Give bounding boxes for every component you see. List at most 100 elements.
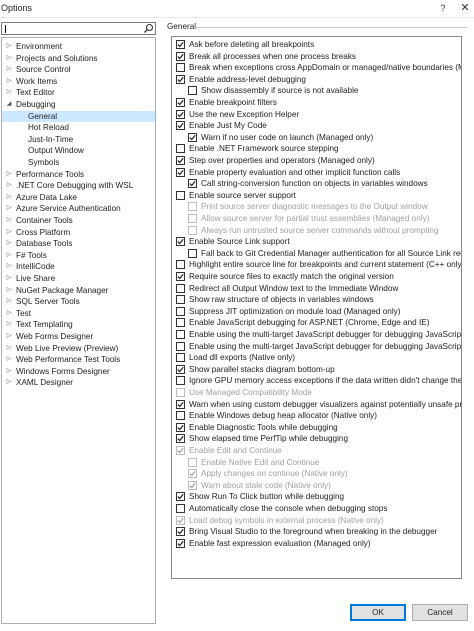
checkmark-icon [177,529,184,535]
search-input[interactable] [1,22,156,35]
collapsed-arrow-icon[interactable]: ▷ [5,169,13,181]
checkbox-checked[interactable] [176,98,185,107]
category-tree[interactable]: ▷ Environment ▷ Projects and Solutions ▷ Sour… [1,37,156,624]
tree-item[interactable]: Just-In-Time [2,134,155,146]
tree-item[interactable]: ▷ Azure Service Authentication [2,203,155,215]
checkbox-unchecked[interactable] [176,376,185,386]
checkbox-unchecked[interactable] [176,330,185,339]
tree-item[interactable]: ▷ Text Templating [2,319,155,331]
tree-item[interactable]: ◢ Debugging [2,99,155,111]
checkbox-checked[interactable] [176,364,185,374]
checkbox-unchecked[interactable] [176,504,185,513]
checkbox-unchecked[interactable] [176,260,185,270]
tree-item[interactable]: ▷ XAML Designer [2,377,155,389]
options-list[interactable]: Ask before deleting all breakpoints Break… [171,36,462,579]
checkbox-checked[interactable] [176,74,185,84]
tree-item[interactable]: ▷ Web Live Preview (Preview) [2,343,155,355]
checkbox-checked[interactable] [176,121,185,131]
checkbox-checked[interactable] [188,132,197,142]
checkbox-checked[interactable] [176,422,185,432]
collapsed-arrow-icon[interactable]: ▷ [5,53,13,65]
tree-item[interactable]: ▷ Work Items [2,76,155,88]
collapsed-arrow-icon[interactable]: ▷ [5,343,13,355]
collapsed-arrow-icon[interactable]: ▷ [5,273,13,285]
checkbox-unchecked[interactable] [188,86,197,96]
checkbox-unchecked[interactable] [176,353,185,363]
checkbox-checked[interactable] [176,272,185,281]
tree-item[interactable]: General [2,110,155,123]
tree-item[interactable]: ▷ Environment [2,41,155,53]
collapsed-arrow-icon[interactable]: ▷ [5,377,13,389]
close-button[interactable]: ✕ [456,0,474,17]
tree-item[interactable]: ▷ Web Performance Test Tools [2,354,155,366]
checkbox-checked[interactable] [176,399,185,409]
checkbox-checked[interactable] [176,167,185,177]
collapsed-arrow-icon[interactable]: ▷ [5,354,13,366]
tree-item[interactable]: ▷ Windows Forms Designer [2,366,155,378]
tree-item[interactable]: ▷ Test [2,308,155,320]
collapsed-arrow-icon[interactable]: ▷ [5,76,13,88]
tree-item[interactable]: Symbols [2,157,155,169]
tree-item[interactable]: ▷ F# Tools [2,250,155,262]
checkbox-checked[interactable] [176,538,185,548]
checkbox-unchecked[interactable] [176,411,185,421]
collapsed-arrow-icon[interactable]: ▷ [5,331,13,343]
checkbox-unchecked[interactable] [176,295,185,305]
checkbox-unchecked[interactable] [176,144,185,154]
collapsed-arrow-icon[interactable]: ▷ [5,87,13,99]
checkbox-checked[interactable] [176,40,185,49]
tree-item[interactable]: ▷ Azure Data Lake [2,192,155,204]
tree-item[interactable]: ▷ .NET Core Debugging with WSL [2,180,155,192]
tree-item[interactable]: ▷ Text Editor [2,87,155,99]
ok-button[interactable]: OK [350,604,406,621]
collapsed-arrow-icon[interactable]: ▷ [5,227,13,239]
collapsed-arrow-icon[interactable]: ▷ [5,308,13,320]
collapsed-arrow-icon[interactable]: ▷ [5,261,13,273]
checkbox-checked[interactable] [176,527,185,537]
checkbox-unchecked[interactable] [176,63,185,73]
checkbox-checked[interactable] [176,156,185,165]
checkbox-checked[interactable] [176,492,185,502]
collapsed-arrow-icon[interactable]: ▷ [5,64,13,76]
tree-item[interactable]: Output Window [2,145,155,157]
expanded-arrow-icon[interactable]: ◢ [5,99,13,111]
collapsed-arrow-icon[interactable]: ▷ [5,250,13,262]
checkbox-unchecked[interactable] [188,248,197,258]
option-label: Use Managed Compatibility Mode [189,388,312,397]
tree-item[interactable]: ▷ Performance Tools [2,169,155,181]
tree-item[interactable]: ▷ NuGet Package Manager [2,285,155,297]
search-icon[interactable] [143,23,154,34]
collapsed-arrow-icon[interactable]: ▷ [5,215,13,227]
collapsed-arrow-icon[interactable]: ▷ [5,296,13,308]
checkbox-checked[interactable] [176,237,185,247]
tree-item[interactable]: ▷ IntelliCode [2,261,155,273]
collapsed-arrow-icon[interactable]: ▷ [5,319,13,331]
checkbox-checked[interactable] [176,51,185,61]
checkbox-unchecked[interactable] [176,190,185,200]
checkbox-checked[interactable] [188,179,197,189]
tree-item[interactable]: ▷ Source Control [2,64,155,76]
tree-item[interactable]: ▷ Cross Platform [2,227,155,239]
checkbox-unchecked[interactable] [176,283,185,293]
tree-item[interactable]: ▷ Database Tools [2,238,155,250]
checkbox-checked[interactable] [176,109,185,119]
collapsed-arrow-icon[interactable]: ▷ [5,238,13,250]
tree-item[interactable]: ▷ Container Tools [2,215,155,227]
checkbox-unchecked[interactable] [176,341,185,351]
collapsed-arrow-icon[interactable]: ▷ [5,203,13,215]
checkbox-unchecked[interactable] [176,318,185,328]
collapsed-arrow-icon[interactable]: ▷ [5,41,13,53]
tree-item[interactable]: ▷ Live Share [2,273,155,285]
checkbox-unchecked[interactable] [176,306,185,316]
help-button[interactable]: ? [434,0,452,17]
tree-item[interactable]: Hot Reload [2,122,155,134]
collapsed-arrow-icon[interactable]: ▷ [5,285,13,297]
collapsed-arrow-icon[interactable]: ▷ [5,366,13,378]
collapsed-arrow-icon[interactable]: ▷ [5,180,13,192]
tree-item[interactable]: ▷ Projects and Solutions [2,53,155,65]
tree-item[interactable]: ▷ Web Forms Designer [2,331,155,343]
tree-item[interactable]: ▷ SQL Server Tools [2,296,155,308]
checkbox-checked[interactable] [176,434,185,444]
cancel-button[interactable]: Cancel [412,604,468,621]
collapsed-arrow-icon[interactable]: ▷ [5,192,13,204]
